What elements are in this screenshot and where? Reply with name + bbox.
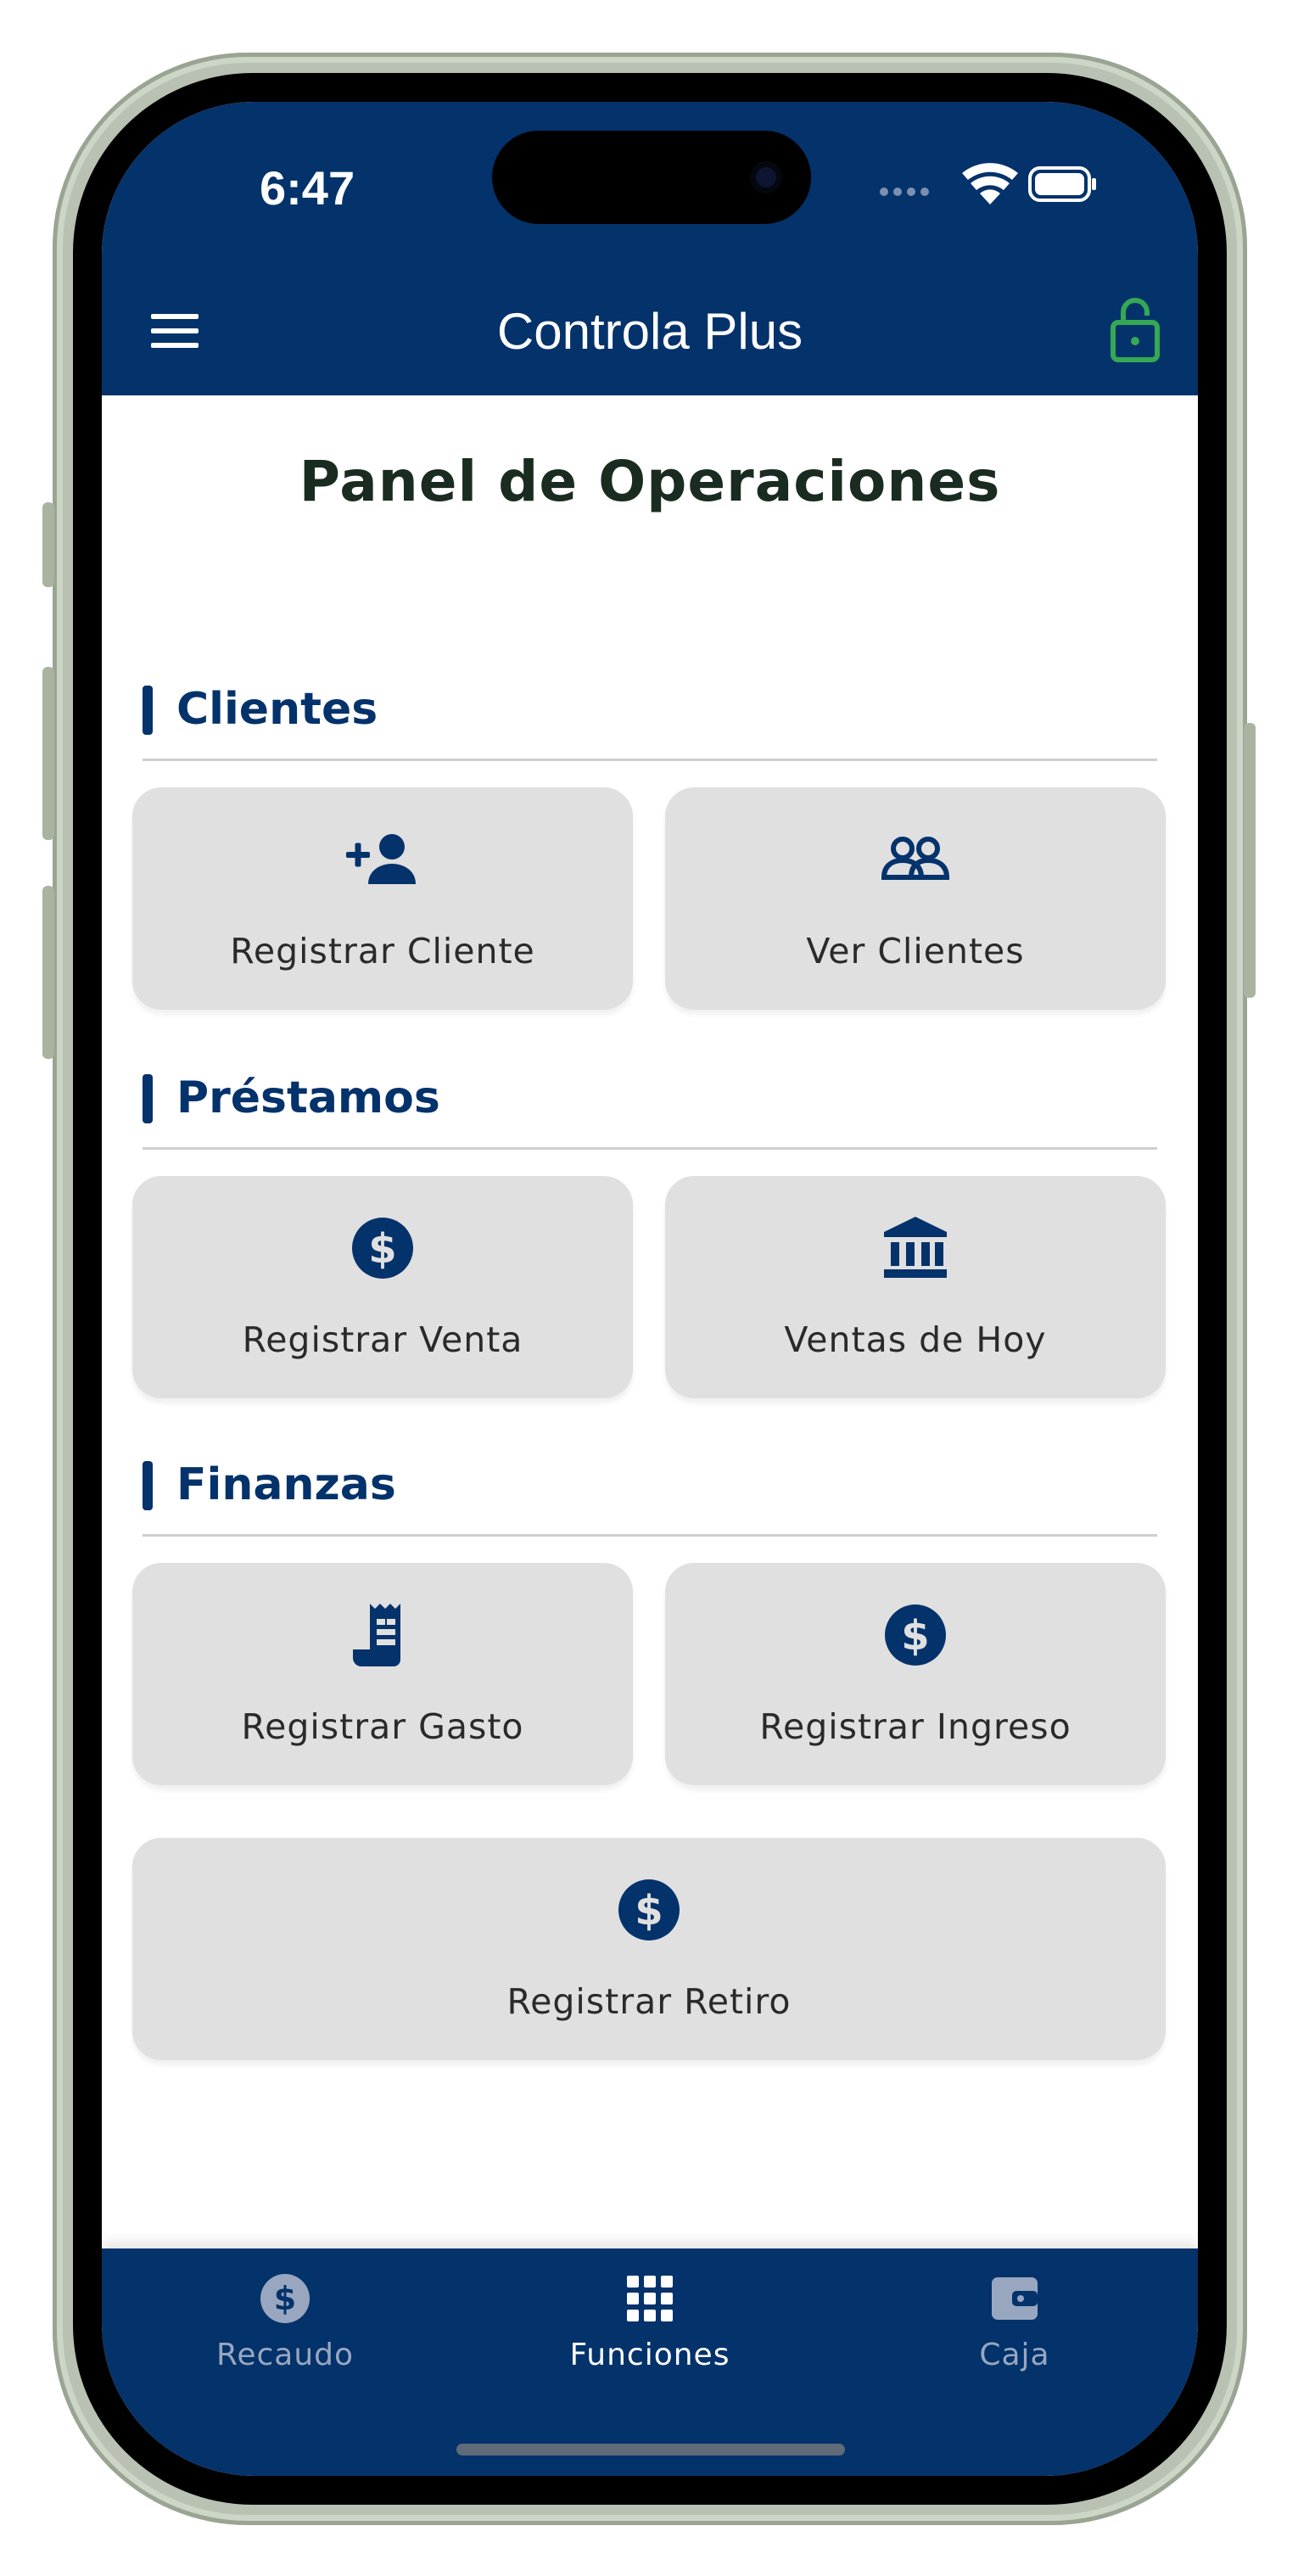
nav-item-funciones[interactable]: Funciones <box>523 2248 777 2401</box>
wallet-icon <box>987 2271 1043 2327</box>
section-title: Clientes <box>176 684 378 735</box>
section-accent-bar <box>143 1074 153 1123</box>
svg-text:$: $ <box>901 1612 929 1660</box>
status-icons <box>877 158 1098 217</box>
section-accent-bar <box>143 686 153 735</box>
receipt-icon <box>344 1597 421 1673</box>
dollar-circle-icon: $ <box>344 1210 421 1286</box>
section-accent-bar <box>143 1461 153 1510</box>
register-withdrawal-button[interactable]: $ Registrar Retiro <box>132 1838 1166 2060</box>
volume-up-button <box>42 667 54 840</box>
tile-label: Registrar Venta <box>242 1319 523 1360</box>
register-expense-button[interactable]: Registrar Gasto <box>132 1563 633 1785</box>
grid-icon <box>622 2271 678 2327</box>
section-title: Préstamos <box>176 1072 440 1123</box>
nav-label: Recaudo <box>215 2338 355 2372</box>
person-add-icon <box>344 821 421 898</box>
todays-sales-button[interactable]: Ventas de Hoy <box>665 1176 1166 1398</box>
battery-icon <box>1028 166 1096 202</box>
section-divider <box>143 1534 1157 1537</box>
section-divider <box>143 759 1157 761</box>
register-sale-button[interactable]: $ Registrar Venta <box>132 1176 633 1398</box>
cellular-signal-icon <box>880 188 929 196</box>
nav-item-caja[interactable]: Caja <box>887 2248 1142 2401</box>
dollar-circle-icon: $ <box>877 1597 954 1673</box>
nav-label: Caja <box>979 2338 1050 2372</box>
unlock-icon[interactable] <box>1101 294 1169 367</box>
section-header-clientes: Clientes <box>143 675 1162 743</box>
dollar-circle-icon: $ <box>257 2271 313 2327</box>
status-time: 6:47 <box>260 161 355 215</box>
section-header-prestamos: Préstamos <box>143 1064 1162 1132</box>
svg-text:$: $ <box>274 2280 296 2317</box>
section-title: Finanzas <box>176 1459 396 1510</box>
tile-label: Registrar Ingreso <box>759 1706 1071 1747</box>
tile-label: Registrar Gasto <box>241 1706 524 1747</box>
dynamic-island <box>492 131 811 224</box>
tile-label: Registrar Retiro <box>506 1981 792 2022</box>
svg-text:$: $ <box>368 1225 396 1273</box>
tile-label: Ventas de Hoy <box>784 1319 1047 1360</box>
svg-text:$: $ <box>635 1887 663 1935</box>
action-button <box>42 502 54 587</box>
register-client-button[interactable]: Registrar Cliente <box>132 787 633 1010</box>
section-divider <box>143 1147 1157 1150</box>
front-camera <box>750 161 782 193</box>
app-title: Controla Plus <box>496 303 803 360</box>
app-bar: 6:47 Controla Plus <box>102 102 1198 395</box>
view-clients-button[interactable]: Ver Clientes <box>665 787 1166 1010</box>
bottom-navigation: $ Recaudo Funciones Caja <box>102 2248 1198 2476</box>
dollar-circle-icon: $ <box>611 1872 687 1948</box>
page-title: Panel de Operaciones <box>299 449 1001 514</box>
power-button <box>1244 723 1256 998</box>
register-income-button[interactable]: $ Registrar Ingreso <box>665 1563 1166 1785</box>
volume-down-button <box>42 886 54 1059</box>
home-indicator[interactable] <box>456 2444 845 2456</box>
tile-label: Registrar Cliente <box>230 931 535 972</box>
phone-screen: 6:47 Controla Plus Panel de Operaciones … <box>102 102 1198 2476</box>
section-header-finanzas: Finanzas <box>143 1451 1162 1519</box>
tile-label: Ver Clientes <box>806 931 1025 972</box>
nav-label: Funciones <box>569 2338 730 2372</box>
people-icon <box>877 821 954 898</box>
wifi-icon <box>962 163 1018 204</box>
bank-icon <box>877 1210 954 1286</box>
nav-item-recaudo[interactable]: $ Recaudo <box>158 2248 412 2401</box>
